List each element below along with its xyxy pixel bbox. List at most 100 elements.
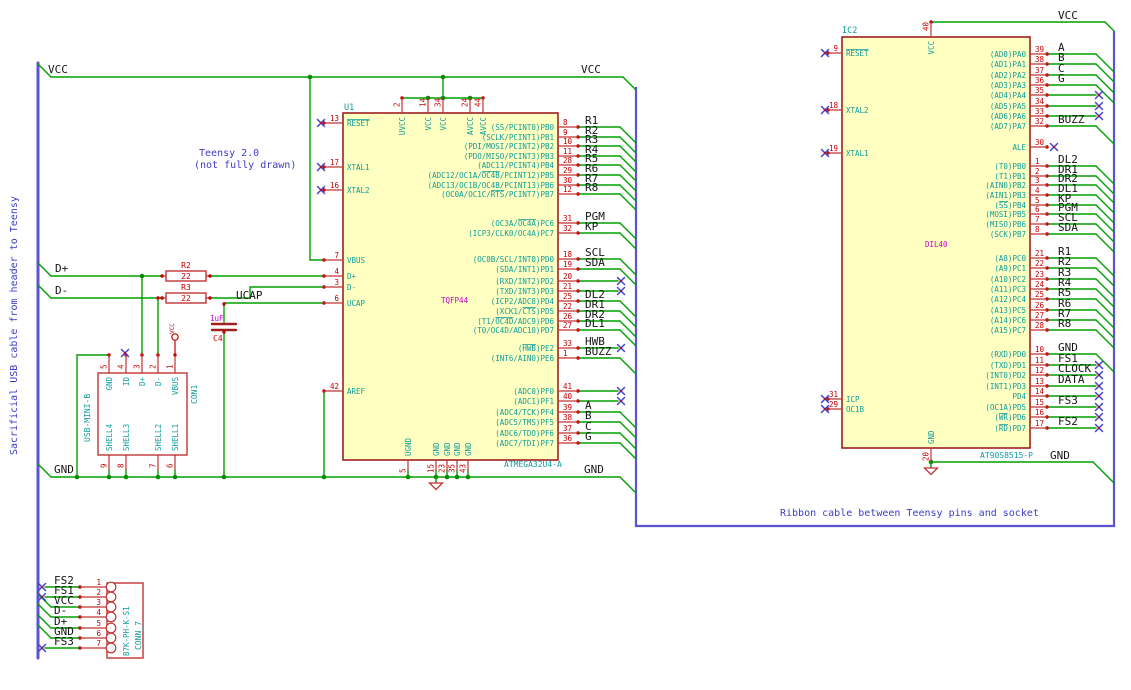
pin-name: (MOSI)PB5	[985, 210, 1026, 219]
pin-name: (AIN0)PB2	[985, 181, 1026, 190]
schematic-canvas: R1R2R3R4R5R6R7R8PGMKPSCLSDADL2DR1DR2DL1H…	[9, 9, 1116, 660]
pin-number: 32	[563, 224, 572, 233]
pin-number: 15	[427, 464, 436, 473]
pin-number: 1	[1035, 157, 1040, 166]
pin-name: ALE	[1012, 143, 1026, 152]
pin-name: (ADC4/TCK)PF4	[495, 408, 554, 417]
pin-number: 3	[334, 278, 339, 287]
pin-number: 7	[1035, 215, 1040, 224]
pin-number: 14	[1035, 387, 1045, 396]
pin-number: 15	[1035, 398, 1044, 407]
net-label: BUZZ	[1058, 113, 1085, 126]
no-connect-icon	[1049, 142, 1059, 152]
pin-number: 5	[399, 468, 408, 473]
pin-number: 2	[149, 364, 158, 369]
pin-number: 10	[1035, 345, 1045, 354]
pin-number: 12	[563, 185, 572, 194]
pin-number: 26	[563, 312, 573, 321]
conn7-reference: CONN_7	[134, 621, 143, 650]
net-label: SDA	[1058, 221, 1078, 234]
pin-name: (A12)PC4	[990, 295, 1027, 304]
pin-name: UGND	[404, 437, 413, 456]
pin-number: 7	[149, 463, 158, 468]
pin-number: 6	[96, 629, 101, 638]
component-conn7: B7K-PH-K-S1 CONN_7 1234 567	[79, 578, 144, 659]
pin-name: XTAL2	[347, 186, 370, 195]
pin-number: 33	[1035, 107, 1044, 116]
pin-name: UCAP	[347, 299, 366, 308]
pin-number: 31	[563, 214, 572, 223]
pin-name: (A8)PC0	[994, 254, 1026, 263]
pin-number: 6	[1035, 205, 1040, 214]
pin-name: SHELL3	[122, 424, 131, 451]
net-label: DL1	[585, 317, 605, 330]
pin-name: VBUS	[347, 256, 366, 265]
pin-number: 19	[829, 144, 838, 153]
pin-name: (SCLK/PCINT1)PB1	[482, 133, 554, 142]
net-label: SDA	[585, 256, 605, 269]
resistor-value: 22	[181, 294, 191, 303]
pin-number: 30	[1035, 138, 1045, 147]
pin-name: VCC	[424, 117, 433, 131]
pin-name: OC1B	[846, 405, 865, 414]
component-ic2: IC2DIL40AT90S8515-P9RESET18XTAL219XTAL13…	[827, 21, 1048, 463]
pin-name: GND	[464, 442, 473, 456]
pin-name: (AD5)PA5	[990, 102, 1026, 111]
pin-number: 39	[1035, 45, 1044, 54]
pin-number: 12	[1035, 366, 1044, 375]
pin-number: 17	[330, 158, 339, 167]
net-label: DATA	[1058, 373, 1085, 386]
pin-number: 4	[96, 608, 101, 617]
net-label: BUZZ	[585, 345, 612, 358]
note-text: Sacrificial USB cable from header to Tee…	[9, 196, 20, 455]
pin-name: (T0/OC4D/ADC10)PD7	[473, 326, 554, 335]
pin-name: ID	[122, 377, 131, 387]
conn7-value: B7K-PH-K-S1	[122, 606, 131, 656]
net-label: VCC	[48, 63, 68, 76]
pin-number: 16	[1035, 408, 1045, 417]
pin-number: 9	[563, 128, 568, 137]
net-label: VCC	[1058, 9, 1078, 22]
pin-number: 42	[330, 382, 339, 391]
pin-name: (A14)PC6	[990, 316, 1027, 325]
pin-name: (RXD)PD0	[990, 350, 1027, 359]
pin-name: UVCC	[398, 117, 407, 135]
pin-number: 25	[1035, 290, 1044, 299]
pin-number: 8	[117, 463, 126, 468]
pin-number: 3	[1035, 176, 1040, 185]
pin-name: (ADC0)PF0	[513, 387, 554, 396]
con1-value: USB-MINI-B	[83, 394, 92, 442]
pin-number: 25	[563, 292, 572, 301]
pin-name: AVCC	[466, 117, 475, 135]
pin-name: D+	[347, 272, 357, 281]
pin-number: 9	[100, 463, 109, 468]
pin-name: (ADC7/TDI)PF7	[495, 439, 554, 448]
pin-name: SHELL4	[105, 423, 114, 451]
pin-number: 2	[96, 588, 101, 597]
component-r3: R322	[165, 283, 207, 304]
vcc-power-symbol: VCC	[169, 323, 179, 356]
pin-name: (AD2)PA2	[990, 71, 1026, 80]
pin-number: 13	[330, 114, 339, 123]
pin-number: 24	[461, 97, 470, 107]
net-label: R8	[585, 181, 598, 194]
pin-number: 34	[1035, 97, 1045, 106]
pin-name: (A11)PC3	[990, 285, 1026, 294]
pin-name: (PDO/MISO/PCINT3)PB3	[464, 152, 554, 161]
pin-name: (AD0)PA0	[990, 50, 1027, 59]
pin-name: (ADC6/TDO)PF6	[495, 429, 554, 438]
pin-name: (TXD/INT3)PD3	[495, 287, 554, 296]
pin-name: (PDI/MOSI/PCINT2)PB2	[464, 142, 554, 151]
pin-name: (AIN1)PB3	[985, 191, 1026, 200]
net-label: KP	[585, 220, 599, 233]
pin-number: 35	[1035, 86, 1044, 95]
pin-number: 28	[1035, 321, 1045, 330]
pin-number: 4	[1035, 186, 1040, 195]
gnd-symbol	[427, 476, 445, 491]
pin-number: 21	[563, 282, 572, 291]
pin-name: (ADC13/OC1B/OC4B/PCINT13)PB6	[428, 181, 555, 190]
pin-name: (INT1)PD3	[985, 382, 1026, 391]
pin-name: (INT0)PD2	[985, 371, 1026, 380]
net-label: D-	[55, 284, 68, 297]
pin-name: (T1)PB1	[994, 172, 1026, 181]
